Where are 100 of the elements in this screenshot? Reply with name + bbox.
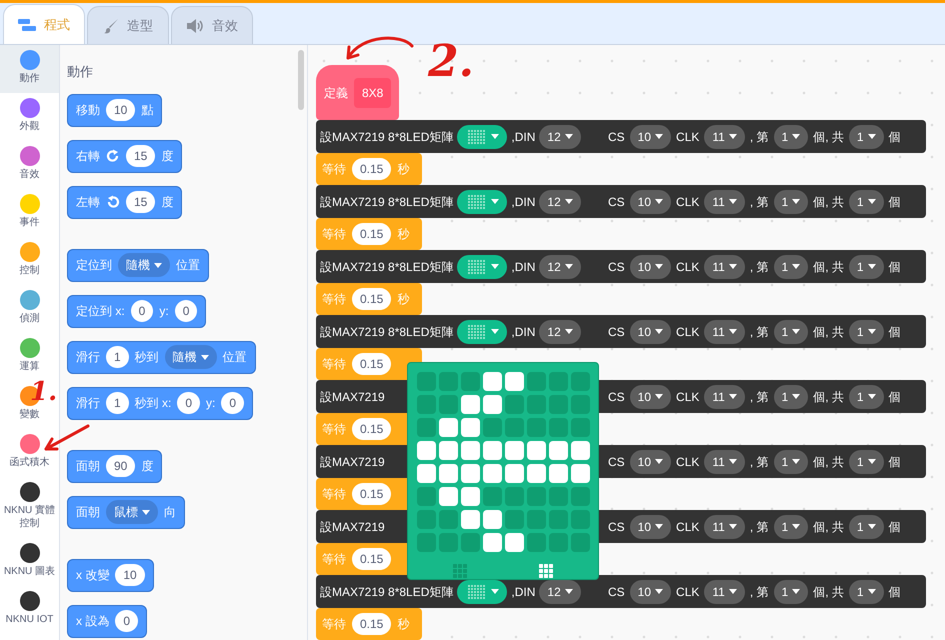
number-field[interactable]: 0.15 [352,418,392,440]
wait-block[interactable]: 等待 0.15 秒 [316,608,422,640]
motion-block[interactable]: 面朝 90 度 [67,450,162,482]
led-cell[interactable] [505,372,524,391]
dropdown-field[interactable]: 1 [848,384,884,408]
number-field[interactable]: 15 [126,191,156,213]
motion-block[interactable]: 右轉 15 度 [67,140,182,172]
led-cell[interactable] [417,372,436,391]
category-item[interactable]: 函式積木 [0,429,59,477]
led-cell[interactable] [439,441,458,460]
led-cell[interactable] [549,487,568,506]
number-field[interactable]: 0 [221,392,244,414]
dropdown-field[interactable]: 隨機 [118,253,170,277]
led-cell[interactable] [439,418,458,437]
dropdown-field[interactable]: 10 [630,190,672,214]
led-cell[interactable] [461,418,480,437]
led-cell[interactable] [439,395,458,414]
dropdown-field[interactable]: 1 [774,124,808,148]
led-cell[interactable] [505,487,524,506]
led-cell[interactable] [461,533,480,552]
led-cell[interactable] [439,372,458,391]
category-item[interactable]: 控制 [0,237,59,285]
led-matrix-dropdown[interactable] [457,190,508,214]
led-cell[interactable] [527,418,546,437]
led-cell[interactable] [439,464,458,483]
led-cell[interactable] [483,395,502,414]
dropdown-field[interactable]: 11 [704,514,745,538]
led-cell[interactable] [571,418,590,437]
dropdown-field[interactable]: 10 [630,450,672,474]
wait-block[interactable]: 等待 0.15 秒 [316,283,422,315]
category-item[interactable]: 事件 [0,189,59,237]
led-cell[interactable] [417,395,436,414]
led-cell[interactable] [483,418,502,437]
led-cell[interactable] [483,464,502,483]
dropdown-field[interactable]: 1 [774,580,808,604]
dropdown-field[interactable]: 11 [704,254,745,278]
dropdown-field[interactable]: 1 [848,254,884,278]
led-cell[interactable] [527,441,546,460]
number-field[interactable]: 0 [115,610,138,632]
led-cell[interactable] [417,510,436,529]
number-field[interactable]: 0.15 [352,288,392,310]
led-cell[interactable] [527,464,546,483]
led-cell[interactable] [505,533,524,552]
category-item[interactable]: 動作 [0,45,59,93]
led-cell[interactable] [527,533,546,552]
led-cell[interactable] [571,372,590,391]
led-cell[interactable] [571,441,590,460]
dropdown-field[interactable]: 1 [848,580,884,604]
number-field[interactable]: 1 [106,346,129,368]
led-cell[interactable] [505,418,524,437]
dropdown-field[interactable]: 1 [848,320,884,344]
dropdown-field[interactable]: 1 [848,124,884,148]
number-field[interactable]: 0.15 [352,548,392,570]
led-cell[interactable] [549,464,568,483]
led-cell[interactable] [417,533,436,552]
motion-block[interactable]: 移動 10 點 [67,94,162,126]
led-matrix-dropdown[interactable] [457,580,508,604]
dropdown-field[interactable]: 12 [539,254,581,278]
led-cell[interactable] [505,441,524,460]
led-cell[interactable] [483,510,502,529]
dropdown-field[interactable]: 10 [630,254,672,278]
led-cell[interactable] [505,464,524,483]
led-cell[interactable] [417,464,436,483]
led-cell[interactable] [483,533,502,552]
dropdown-field[interactable]: 11 [704,124,745,148]
led-cell[interactable] [439,510,458,529]
led-cell[interactable] [571,533,590,552]
led-matrix-block[interactable]: 設MAX7219 8*8LED矩陣 ,DIN 12 CS 10 CLK 11 , 第 1 個, 共 1 個 [316,315,926,348]
led-cell[interactable] [439,533,458,552]
dropdown-field[interactable]: 11 [704,450,745,474]
motion-block[interactable]: 面朝 鼠標 向 [67,496,185,528]
led-cell[interactable] [483,487,502,506]
led-cell[interactable] [461,510,480,529]
category-item[interactable]: NKNU IOT [0,586,59,634]
led-cell[interactable] [549,372,568,391]
led-cell[interactable] [527,510,546,529]
dropdown-field[interactable]: 1 [774,190,808,214]
led-cell[interactable] [549,441,568,460]
number-field[interactable]: 1 [106,392,129,414]
led-cell[interactable] [571,487,590,506]
dropdown-field[interactable]: 1 [848,190,884,214]
led-cell[interactable] [571,395,590,414]
motion-block[interactable]: x 設為 0 [67,604,148,638]
wait-block[interactable]: 等待 0.15 [316,348,422,380]
dropdown-field[interactable]: 隨機 [164,345,217,369]
number-field[interactable]: 0.15 [352,353,392,375]
number-field[interactable]: 0 [174,300,198,322]
led-matrix-block[interactable]: 設MAX7219 8*8LED矩陣 ,DIN 12 CS 10 CLK 11 , 第 1 個, 共 1 個 [316,250,926,283]
led-cell[interactable] [549,533,568,552]
led-matrix-block[interactable]: 設MAX7219 8*8LED矩陣 ,DIN 12 CS 10 CLK 11 , 第 1 個, 共 1 個 [316,120,926,153]
number-field[interactable]: 0.15 [352,158,392,180]
fill-all-icon[interactable] [539,564,553,578]
led-cell[interactable] [417,487,436,506]
led-cell[interactable] [549,510,568,529]
number-field[interactable]: 0.15 [352,613,392,635]
led-cell[interactable] [417,441,436,460]
led-cell[interactable] [417,418,436,437]
led-cell[interactable] [571,464,590,483]
dropdown-field[interactable]: 1 [774,254,808,278]
category-item[interactable]: NKNU 實體控制 [0,477,59,538]
